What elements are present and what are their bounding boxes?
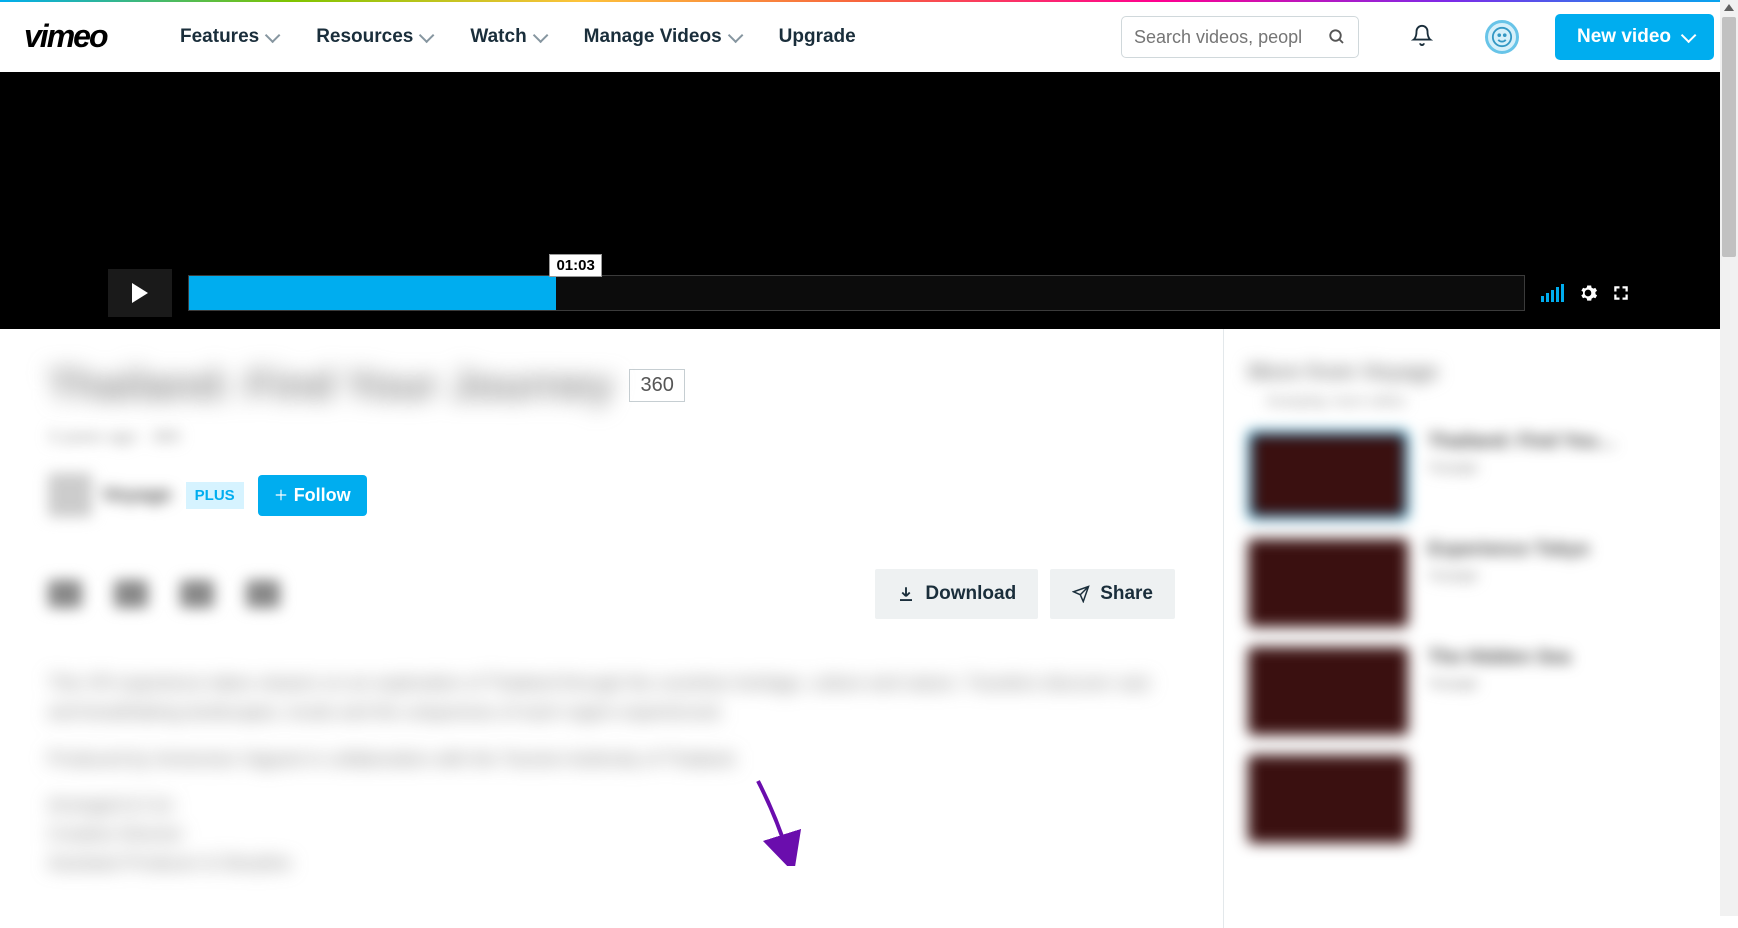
watch-later-button[interactable] — [114, 580, 148, 608]
play-icon — [132, 283, 148, 303]
related-thumb — [1248, 539, 1408, 627]
engagement-row: Download Share — [48, 553, 1175, 635]
main-header: vimeo Features Resources Watch Manage Vi… — [0, 2, 1738, 72]
notifications-button[interactable] — [1395, 23, 1449, 52]
primary-nav: Features Resources Watch Manage Videos U… — [180, 26, 856, 48]
volume-control[interactable] — [1541, 284, 1564, 302]
avatar[interactable] — [1485, 20, 1519, 54]
collections-button[interactable] — [180, 580, 214, 608]
follow-button[interactable]: Follow — [258, 475, 367, 516]
chevron-down-icon — [419, 27, 435, 43]
video-title: Thailand: Find Your Journey — [48, 361, 613, 409]
plus-icon — [274, 488, 288, 502]
fullscreen-icon[interactable] — [1612, 284, 1630, 302]
search-input[interactable] — [1134, 27, 1320, 48]
related-thumb — [1248, 647, 1408, 735]
video-player[interactable]: 01:03 — [0, 72, 1738, 329]
nav-manage-videos[interactable]: Manage Videos — [584, 26, 739, 48]
related-video-item[interactable] — [1248, 755, 1714, 843]
search-box[interactable] — [1121, 16, 1359, 58]
time-tooltip: 01:03 — [549, 254, 601, 277]
chevron-down-icon — [265, 27, 281, 43]
new-video-button[interactable]: New video — [1555, 14, 1714, 60]
chevron-down-icon — [533, 27, 549, 43]
author-name: Voyage — [102, 484, 172, 507]
nav-upgrade[interactable]: Upgrade — [779, 26, 856, 48]
related-video-item[interactable]: The Hidden SeaVoyage — [1248, 647, 1714, 735]
play-button[interactable] — [108, 269, 172, 317]
author-avatar — [48, 473, 92, 517]
video-description: This VR experience takes viewers on an e… — [48, 669, 1175, 878]
settings-icon[interactable] — [1578, 283, 1598, 303]
video-meta: 3 years ago · 360 — [48, 427, 1175, 447]
share-icon — [1072, 585, 1090, 603]
chevron-down-icon — [727, 27, 743, 43]
related-thumb — [1248, 431, 1408, 519]
sidebar: More from Voyage Autoplay next video Tha… — [1223, 329, 1738, 928]
scrubber[interactable]: 01:03 — [188, 275, 1525, 311]
download-button[interactable]: Download — [875, 569, 1038, 619]
main-content: Thailand: Find Your Journey 360 3 years … — [0, 329, 1223, 928]
related-video-item[interactable]: Experience TokyoVoyage — [1248, 539, 1714, 627]
sidebar-title: More from Voyage — [1248, 359, 1714, 385]
search-icon[interactable] — [1328, 28, 1346, 46]
scroll-up-icon[interactable] — [1724, 4, 1734, 11]
nav-watch[interactable]: Watch — [470, 26, 543, 48]
share-button[interactable]: Share — [1050, 569, 1175, 619]
related-video-item[interactable]: Thailand: Find You…Voyage — [1248, 431, 1714, 519]
more-button[interactable] — [246, 580, 280, 608]
sidebar-subtitle: Autoplay next video — [1248, 393, 1714, 411]
logo[interactable]: vimeo — [24, 20, 144, 54]
author-block[interactable]: Voyage — [48, 473, 172, 517]
plus-badge: PLUS — [186, 482, 244, 509]
download-icon — [897, 585, 915, 603]
svg-text:vimeo: vimeo — [24, 20, 108, 54]
related-thumb — [1248, 755, 1408, 843]
like-button[interactable] — [48, 580, 82, 608]
scrollbar-thumb[interactable] — [1722, 17, 1736, 257]
badge-360: 360 — [629, 369, 684, 402]
scrollbar[interactable] — [1720, 0, 1738, 916]
scrubber-progress — [189, 276, 556, 310]
nav-resources[interactable]: Resources — [316, 26, 430, 48]
chevron-down-icon — [1681, 27, 1697, 43]
player-controls: 01:03 — [108, 269, 1630, 317]
nav-features[interactable]: Features — [180, 26, 276, 48]
